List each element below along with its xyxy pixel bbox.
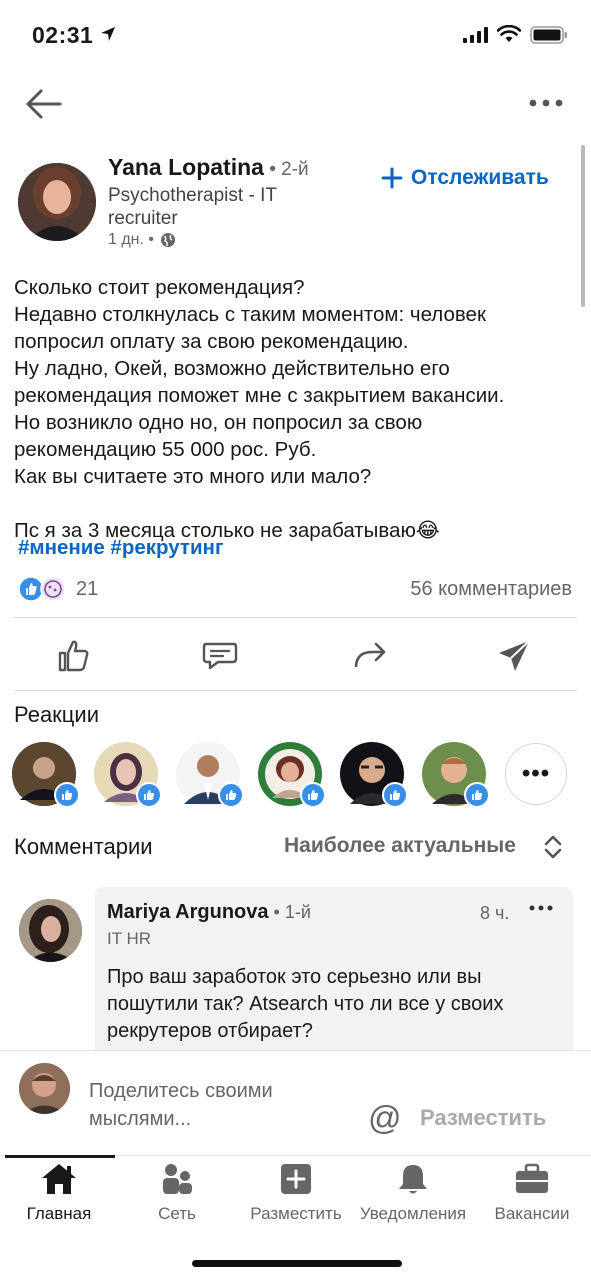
send-icon [499,640,530,671]
comment-time: 8 ч. [480,903,510,923]
add-post-icon [281,1164,311,1194]
post-time: 1 дн. • [108,231,155,248]
author-avatar[interactable] [18,163,96,241]
post-body: Сколько стоит рекомендация? Недавно стол… [14,274,579,544]
like-badge-icon [54,782,80,808]
post-comment-button[interactable]: Разместить [420,1105,546,1131]
comment-button[interactable] [200,636,240,676]
comment-icon [202,642,238,670]
reactor-avatar[interactable] [340,742,408,808]
post-line: Ну ладно, Окей, возможно действительно е… [14,357,450,380]
like-badge-icon [218,782,244,808]
commenter-name-row[interactable]: Mariya Argunova • 1-й [107,901,311,924]
more-reactions-button[interactable]: ••• [505,743,567,805]
status-time: 02:31 [32,22,94,48]
share-arrow-icon [354,642,386,668]
reactor-avatar[interactable] [422,742,490,808]
network-icon [163,1164,192,1194]
follow-label: Отслеживать [411,166,549,189]
back-arrow-icon[interactable] [24,86,64,122]
active-tab-indicator [5,1155,115,1158]
commenter-headline: IT HR [107,929,152,948]
reaction-summary[interactable] [18,576,66,602]
thumbs-up-icon [58,640,89,672]
location-arrow-icon [101,27,115,41]
status-bar: 02:31 [0,0,591,70]
author-degree: • 2-й [263,159,309,180]
insightful-reaction-icon [40,576,66,602]
send-button[interactable] [494,636,534,676]
post-line: рекомендация поможет мне с закрытием вак… [14,384,505,407]
like-badge-icon [300,782,326,808]
follow-button[interactable]: Отслеживать [381,166,549,190]
more-options-icon[interactable] [528,92,564,114]
share-button[interactable] [350,636,390,676]
divider [14,617,577,618]
author-name-row[interactable]: Yana Lopatina • 2-й [108,154,309,181]
author-headline: Psychotherapist - IT recruiter [108,185,277,229]
wifi-icon [497,25,521,42]
post-line: Недавно столкнулась с таким моментом: че… [14,303,486,326]
post-meta: 1 дн. • [108,231,176,249]
sort-chevrons-icon[interactable] [543,834,563,860]
user-avatar[interactable] [19,1063,70,1114]
tab-jobs[interactable]: Вакансии [484,1162,580,1224]
like-badge-icon [136,782,162,808]
tab-label: Уведомления [359,1204,467,1223]
comment-text: Про ваш заработок это серьезно или вы по… [107,966,504,1042]
author-name[interactable]: Yana Lopatina [108,154,264,180]
reaction-count[interactable]: 21 [76,578,98,601]
tab-label: Сеть [158,1204,196,1223]
like-badge-icon [464,782,490,808]
tab-notifications[interactable]: Уведомления [357,1162,469,1224]
signal-icon [463,27,488,43]
home-indicator [192,1260,402,1267]
scroll-indicator [581,145,585,307]
tab-post[interactable]: Разместить [240,1162,352,1224]
post-line: попросил оплату за свою рекомендацию. [14,330,409,353]
comments-count[interactable]: 56 комментариев [410,578,572,601]
tab-label: Разместить [250,1204,342,1223]
commenter-avatar[interactable] [19,899,82,962]
comments-title: Комментарии [14,834,153,859]
reactor-avatar[interactable] [94,742,162,808]
battery-icon [530,26,567,44]
comment-more-icon[interactable] [529,903,553,913]
reactor-avatar[interactable] [258,742,326,808]
tab-label: Главная [26,1204,92,1223]
like-badge-icon [382,782,408,808]
post-line: Но возникло одно но, он попросил за свою [14,411,423,434]
mention-button[interactable]: @ [368,1099,402,1137]
comment-input[interactable]: Поделитесь своими мыслями... [89,1077,319,1133]
post-line [14,490,579,517]
post-hashtags[interactable]: #мнение #рекрутинг [18,536,223,560]
globe-icon [161,233,176,247]
comment-composer: Поделитесь своими мыслями... @ Разместит… [0,1050,591,1154]
commenter-degree: • 1-й [268,902,311,922]
comments-sort-label[interactable]: Наиболее актуальные [284,834,516,858]
tab-network[interactable]: Сеть [137,1162,217,1224]
briefcase-icon [516,1163,548,1193]
bell-icon [399,1165,427,1194]
divider [14,690,577,691]
tab-label: Вакансии [494,1204,570,1223]
comment-bubble[interactable]: Mariya Argunova • 1-й 8 ч. IT HR Про ваш… [95,887,573,1052]
post-line: рекомендацию 55 000 рос. Руб. [14,438,317,461]
reactor-avatar[interactable] [12,742,80,808]
tab-home[interactable]: Главная [19,1162,99,1224]
post-line: Сколько стоит рекомендация? [14,276,305,299]
commenter-name[interactable]: Mariya Argunova [107,901,269,923]
reactions-title: Реакции [14,702,99,727]
post-line: Как вы считаете это много или мало? [14,465,372,488]
plus-icon [381,167,403,189]
home-icon [42,1164,76,1194]
like-button[interactable] [54,636,94,676]
reactor-avatar[interactable] [176,742,244,808]
